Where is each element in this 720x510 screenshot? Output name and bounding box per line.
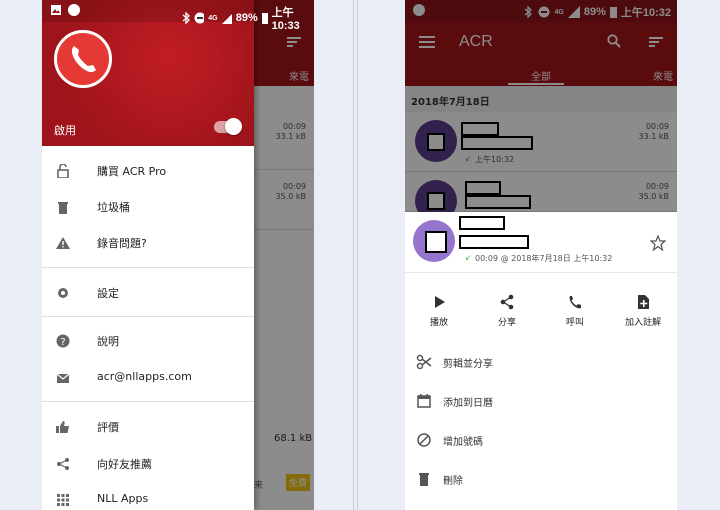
menu-item-recommend[interactable]: 向好友推薦 — [42, 446, 254, 482]
left-screen: 來電 00:09 33.1 kB 00:09 35.0 kB 68.1 kB 来… — [42, 0, 314, 510]
redacted-box — [459, 235, 529, 249]
trim-share-option[interactable]: 剪輯並分享 — [405, 344, 677, 380]
note-add-icon — [638, 295, 649, 309]
menu-label: 說明 — [97, 335, 119, 348]
clock: 上午10:33 — [271, 7, 300, 32]
battery-level: 89% — [235, 12, 258, 24]
option-label: 增加號碼 — [443, 437, 483, 448]
thumb-up-icon — [56, 421, 69, 433]
status-icons: 4G 89% 上午10:33 — [180, 4, 314, 32]
bottom-sheet: ↙ 00:09 @ 2018年7月18日 上午10:32 播放 分享 呼叫 加入… — [405, 212, 677, 510]
network-label: 4G — [208, 14, 218, 22]
help-icon: ? — [56, 334, 70, 348]
recording-meta: 00:09 @ 2018年7月18日 上午10:32 — [475, 254, 613, 263]
share-icon — [57, 458, 69, 470]
enable-toggle[interactable] — [214, 118, 242, 135]
menu-item-rate[interactable]: 評價 — [42, 409, 254, 445]
email-icon — [56, 373, 70, 383]
lock-open-icon — [57, 164, 69, 178]
phone-status-icon — [68, 4, 80, 16]
menu-label: NLL Apps — [97, 492, 149, 505]
menu-label: 購買 ACR Pro — [97, 165, 167, 178]
action-label: 加入註解 — [624, 318, 661, 328]
gear-icon — [58, 288, 68, 298]
acr-logo — [54, 30, 112, 88]
incoming-arrow-icon: ↙ — [465, 253, 472, 262]
option-label: 剪輯並分享 — [443, 359, 493, 370]
navigation-drawer: 啟用 購買 ACR Pro 垃圾桶 錄音問題? 設定 ? 說明 acr@nlla… — [42, 0, 254, 510]
screen-divider-2 — [357, 0, 358, 510]
scissors-icon — [416, 354, 432, 370]
share-button[interactable]: 分享 — [477, 294, 537, 328]
delete-option[interactable]: 刪除 — [405, 461, 677, 497]
sheet-divider — [405, 272, 677, 273]
option-label: 刪除 — [443, 476, 463, 487]
menu-item-settings[interactable]: 設定 — [42, 275, 254, 311]
menu-label: acr@nllapps.com — [97, 370, 192, 383]
calendar-icon — [417, 394, 431, 408]
enable-label: 啟用 — [54, 124, 76, 137]
call-button[interactable]: 呼叫 — [545, 294, 605, 328]
action-label: 呼叫 — [565, 318, 584, 328]
action-label: 播放 — [429, 318, 448, 328]
star-icon[interactable] — [650, 235, 666, 251]
redacted-box — [459, 216, 505, 230]
menu-item-buy-pro[interactable]: 購買 ACR Pro — [42, 153, 254, 189]
screen-divider — [353, 0, 354, 510]
block-icon — [417, 433, 431, 447]
svg-text:?: ? — [60, 337, 65, 348]
right-screen: 4G 89% 上午10:32 ACR 全部 來電 2018年7月18日 ↙ 上午… — [405, 0, 677, 510]
battery-icon — [261, 13, 268, 24]
redacted-box — [425, 231, 447, 253]
menu-label: 錄音問題? — [97, 237, 147, 250]
menu-divider — [42, 401, 254, 402]
menu-label: 評價 — [97, 421, 119, 434]
scrim[interactable] — [405, 0, 677, 212]
delete-icon — [419, 473, 429, 486]
menu-label: 垃圾桶 — [97, 201, 130, 214]
image-icon — [51, 5, 61, 15]
do-not-disturb-icon — [194, 12, 205, 24]
add-to-calendar-option[interactable]: 添加到日曆 — [405, 383, 677, 419]
menu-label: 設定 — [97, 287, 119, 300]
menu-divider — [42, 316, 254, 317]
menu-divider — [42, 267, 254, 268]
add-note-button[interactable]: 加入註解 — [613, 294, 673, 328]
share-icon — [500, 294, 514, 310]
menu-item-nll-apps[interactable]: NLL Apps — [42, 482, 254, 510]
option-label: 添加到日曆 — [443, 398, 493, 409]
phone-icon — [569, 296, 581, 309]
add-number-option[interactable]: 增加號碼 — [405, 422, 677, 458]
menu-item-help[interactable]: ? 說明 — [42, 323, 254, 359]
action-label: 分享 — [497, 318, 516, 328]
menu-item-trash[interactable]: 垃圾桶 — [42, 189, 254, 225]
play-icon — [435, 296, 445, 308]
bluetooth-icon — [182, 12, 190, 24]
trash-icon — [58, 202, 68, 214]
signal-icon — [221, 13, 232, 24]
play-button[interactable]: 播放 — [409, 294, 469, 328]
menu-label: 向好友推薦 — [97, 458, 152, 471]
menu-item-recording-issues[interactable]: 錄音問題? — [42, 225, 254, 261]
apps-grid-icon — [57, 494, 69, 506]
menu-item-email[interactable]: acr@nllapps.com — [42, 360, 254, 396]
warning-icon — [56, 237, 70, 249]
